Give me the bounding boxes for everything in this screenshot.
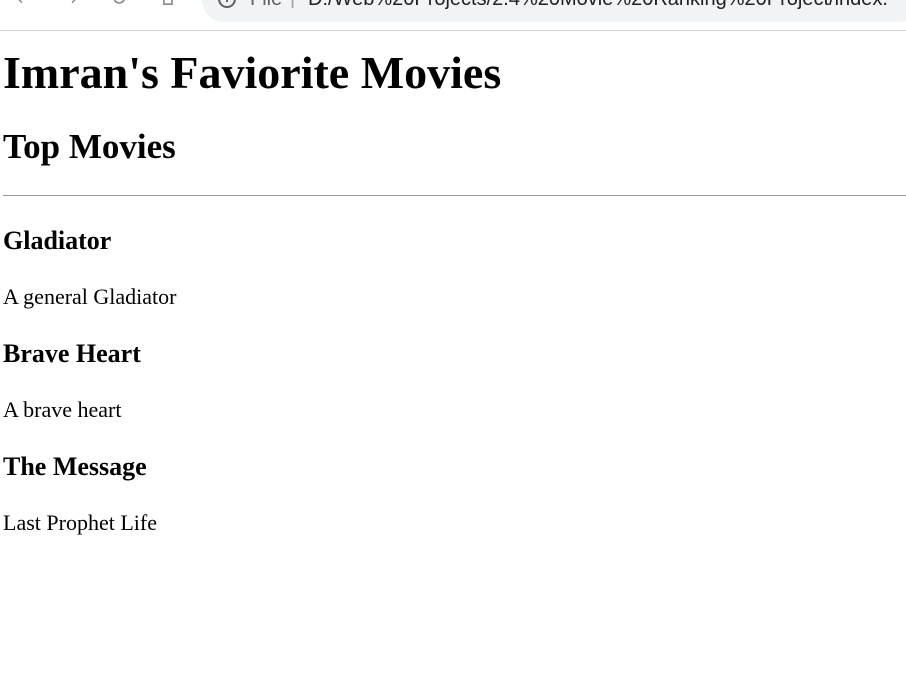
page-title: Imran's Faviorite Movies <box>3 47 502 98</box>
movie-description: A general Gladiator <box>3 284 177 309</box>
movie-item: Gladiator A general Gladiator <box>3 226 906 310</box>
movie-item: Brave Heart A brave heart <box>3 339 906 423</box>
movie-description: Last Prophet Life <box>3 510 157 535</box>
home-icon[interactable]: ⌂ <box>156 0 180 10</box>
scheme-separator: | <box>290 0 295 10</box>
page-content: Imran's Faviorite Movies Top Movies Glad… <box>3 31 906 536</box>
divider <box>3 195 906 196</box>
back-arrow-icon[interactable]: ‹ <box>8 0 32 10</box>
scheme-label: File <box>250 0 282 11</box>
movie-description: A brave heart <box>3 397 122 422</box>
address-bar[interactable]: i File | D:/Web%20Projects/2.4%20Movie%2… <box>202 0 906 22</box>
movie-title: Brave Heart <box>3 339 141 368</box>
movie-item: The Message Last Prophet Life <box>3 452 906 536</box>
movie-title: The Message <box>3 452 147 481</box>
movie-title: Gladiator <box>3 226 112 255</box>
forward-arrow-icon[interactable]: › <box>62 0 86 10</box>
section-heading: Top Movies <box>3 127 176 166</box>
reload-icon[interactable]: ↻ <box>107 0 131 10</box>
url-text[interactable]: D:/Web%20Projects/2.4%20Movie%20Ranking%… <box>308 0 888 11</box>
browser-toolbar: ‹ › ↻ ⌂ i File | D:/Web%20Projects/2.4%2… <box>0 0 906 31</box>
info-icon[interactable]: i <box>218 0 236 8</box>
